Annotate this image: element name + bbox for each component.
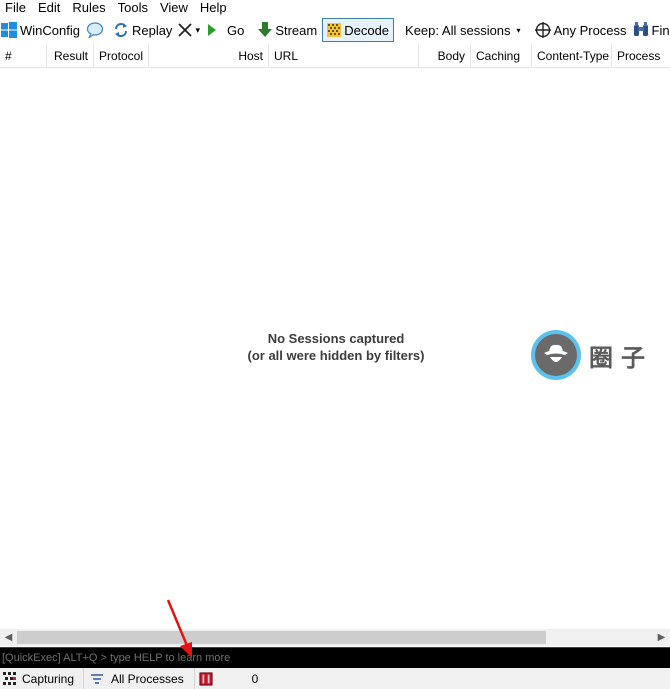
crosshair-icon [534,22,551,38]
watermark: 圈子 [531,330,653,380]
menu-help[interactable]: Help [194,0,233,16]
stream-label: Stream [275,22,318,38]
go-button[interactable]: Go [203,18,247,42]
scroll-left-icon[interactable]: ◀ [0,629,17,646]
decode-label: Decode [344,22,390,38]
chevron-down-icon: ▾ [516,25,521,35]
breakpoint-toggle[interactable] [195,668,220,689]
status-bar: Capturing All Processes 0 [0,668,670,689]
go-label: Go [226,22,245,38]
watermark-text: 圈子 [589,342,653,372]
column-caching[interactable]: Caching [471,44,532,68]
capturing-toggle[interactable]: Capturing [0,668,84,689]
capture-icon [3,671,16,685]
stream-button[interactable]: Stream [255,18,320,42]
winconfig-button[interactable]: WinConfig [0,18,83,42]
winconfig-label: WinConfig [20,22,80,38]
replay-button[interactable]: Replay [110,18,175,42]
quickexec-input[interactable] [0,648,670,668]
chevron-down-icon: ▾ [195,24,200,35]
windows-icon [1,22,17,38]
process-filter-label: All Processes [111,671,184,686]
replay-icon [114,23,127,37]
any-process-label: Any Process [553,22,627,38]
session-count: 0 [251,671,259,686]
process-filter[interactable]: All Processes [84,668,195,689]
close-icon [178,23,193,37]
comment-button[interactable] [83,18,110,42]
column-protocol[interactable]: Protocol [94,44,149,68]
decode-icon [327,23,342,37]
column-host[interactable]: Host [149,44,269,68]
column-process[interactable]: Process [612,44,670,68]
keep-label: Keep: All sessions [405,22,511,38]
menu-tools[interactable]: Tools [112,0,154,16]
session-list-header: # Result Protocol Host URL Body Caching … [0,44,670,68]
menu-bar: File Edit Rules Tools View Help [0,0,670,16]
decode-button[interactable]: Decode [322,18,395,42]
scrollbar-thumb[interactable] [17,631,546,644]
watermark-logo [531,330,581,380]
column-result[interactable]: Result [47,44,94,68]
binoculars-icon [633,22,648,36]
column-url[interactable]: URL [269,44,419,68]
scroll-right-icon[interactable]: ▶ [653,629,670,646]
capturing-label: Capturing [22,671,75,686]
hat-icon [544,344,568,362]
breakpoint-icon [199,671,213,686]
toolbar: WinConfig Replay ▾ Go Stream Decode Keep… [0,16,670,44]
find-label: Find [651,22,670,38]
replay-label: Replay [131,22,173,38]
menu-rules[interactable]: Rules [66,0,111,16]
speech-bubble-icon [86,22,104,38]
remove-dropdown-button[interactable]: ▾ [175,18,203,42]
menu-file[interactable]: File [0,0,32,16]
column-content-type[interactable]: Content-Type [532,44,612,68]
down-arrow-icon [258,22,273,37]
play-icon [207,24,216,36]
quickexec-bar [0,647,670,668]
column-body[interactable]: Body [419,44,471,68]
filter-icon [91,673,103,684]
menu-edit[interactable]: Edit [32,0,66,16]
column-number[interactable]: # [0,44,47,68]
find-button[interactable]: Find [630,18,670,42]
menu-view[interactable]: View [154,0,194,16]
any-process-button[interactable]: Any Process [532,18,630,42]
horizontal-scrollbar[interactable]: ◀ ▶ [0,629,670,646]
keep-sessions-dropdown[interactable]: Keep: All sessions ▾ [402,18,524,42]
